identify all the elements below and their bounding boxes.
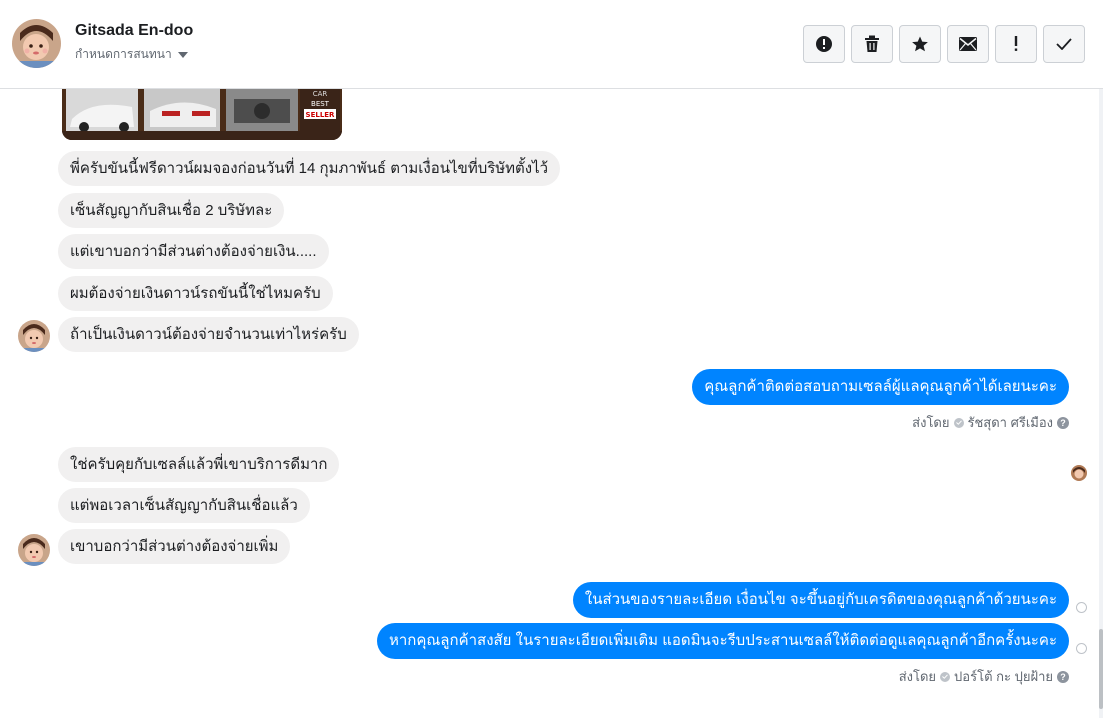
attachment-badge-top: CAR [313,90,328,98]
attachment-badge-bottom: SELLER [306,111,336,119]
conversation-actions [803,25,1085,63]
star-icon [911,35,929,53]
incoming-message[interactable]: แต่เขาบอกว่ามีส่วนต่างต้องจ่ายเงิน..... [58,234,329,269]
trash-icon [864,35,880,53]
incoming-message[interactable]: ผมต้องจ่ายเงินดาวน์รถขันนี้ใช่ไหมครับ [58,276,333,311]
outgoing-message[interactable]: ในส่วนของรายละเอียด เงื่อนไข จะขึ้นอยู่ก… [572,582,1069,618]
contact-avatar[interactable] [12,19,61,68]
delivered-icon [1076,602,1087,613]
assign-conversation-label: กำหนดการสนทนา [75,47,172,61]
spam-button[interactable] [803,25,845,63]
contact-avatar-small[interactable] [18,320,50,352]
contact-avatar-small[interactable] [18,534,50,566]
sent-by-label: ส่งโดย [898,669,937,684]
delete-button[interactable] [851,25,893,63]
image-attachment[interactable]: CAR BEST SELLER [62,89,342,140]
sent-by-label: ส่งโดย [912,415,950,430]
sender-name[interactable]: ปอร์โต้ กะ ปุยฝ้าย [954,666,1053,687]
sent-by-info: ส่งโดย รัชสุดา ศรีเมือง ? [912,412,1069,433]
incoming-message[interactable]: แต่พอเวลาเซ็นสัญญากับสินเชื่อแล้ว [58,488,310,523]
assign-conversation-dropdown[interactable]: กำหนดการสนทนา [75,45,188,64]
outgoing-message[interactable]: หากคุณลูกค้าสงสัย ในรายละเอียดเพิ่มเติม … [376,623,1069,659]
help-icon[interactable]: ? [1057,670,1069,683]
incoming-message[interactable]: พี่ครับขันนี้ฟรีดาวน์ผมจองก่อนวันที่ 14 … [58,151,561,186]
outgoing-message[interactable]: คุณลูกค้าติดต่อสอบถามเซลล์ผู้แลคุณลูกค้า… [692,369,1069,405]
attachment-badge-mid: BEST [311,100,330,108]
verified-icon [940,671,951,682]
delivered-icon [1076,643,1087,654]
star-button[interactable] [899,25,941,63]
help-icon[interactable]: ? [1057,416,1069,429]
incoming-message[interactable]: เขาบอกว่ามีส่วนต่างต้องจ่ายเพิ่ม [58,529,291,564]
scrollbar-track[interactable] [1099,89,1103,718]
scrollbar-thumb[interactable] [1099,629,1103,709]
follow-up-button[interactable] [995,25,1037,63]
verified-icon [953,417,964,428]
sent-by-info: ส่งโดย ปอร์โต้ กะ ปุยฝ้าย ? [899,666,1069,687]
exclamation-icon [1013,36,1019,52]
message-thread[interactable]: CAR BEST SELLER พี่ครับขันนี้ฟรีดาวน์ผมจ… [0,89,1103,718]
seen-avatar-icon [1071,465,1087,481]
sender-name[interactable]: รัชสุดา ศรีเมือง [968,412,1054,433]
conversation-header: Gitsada En-doo กำหนดการสนทนา [0,0,1103,89]
envelope-icon [959,37,977,51]
chevron-down-icon [177,51,188,58]
incoming-message[interactable]: เซ็นสัญญากับสินเชื่อ 2 บริษัทละ [58,193,285,228]
alert-circle-icon [815,35,833,53]
mark-unread-button[interactable] [947,25,989,63]
incoming-message[interactable]: ถ้าเป็นเงินดาวน์ต้องจ่ายจำนวนเท่าไหร่ครั… [58,317,359,352]
check-icon [1056,38,1072,50]
mark-done-button[interactable] [1043,25,1085,63]
incoming-message[interactable]: ใช่ครับคุยกับเซลล์แล้วพี่เขาบริการดีมาก [58,447,340,482]
contact-name[interactable]: Gitsada En-doo [75,22,193,40]
